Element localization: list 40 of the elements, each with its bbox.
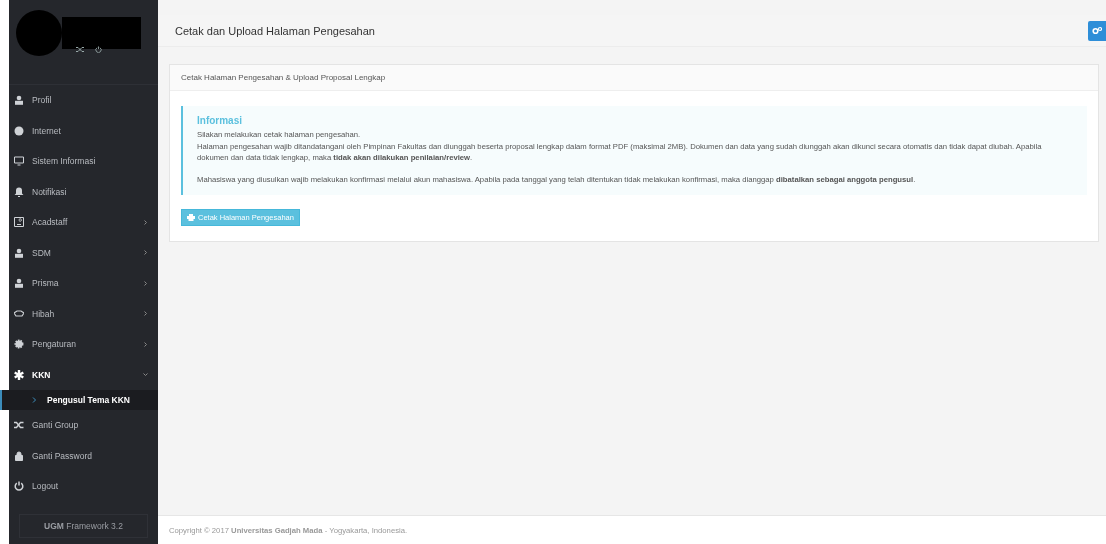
chevron-down-icon (143, 372, 148, 378)
chevron-right-icon (143, 280, 148, 286)
page-title: Cetak dan Upload Halaman Pengesahan (175, 24, 375, 37)
menu-item[interactable]: Acadstaff (9, 207, 158, 238)
bell-icon (14, 186, 24, 197)
user-icon (14, 247, 24, 258)
shuffle-icon[interactable] (76, 46, 85, 53)
gears-icon (1092, 25, 1102, 36)
user-icon (14, 278, 24, 289)
lock-icon (14, 450, 24, 461)
menu-item[interactable]: Sistem Informasi (9, 146, 158, 177)
chevron-right-icon (143, 341, 148, 347)
user-icon (14, 95, 24, 106)
asterisk-icon (14, 369, 24, 380)
menu-item[interactable]: Prisma (9, 268, 158, 299)
callout-title: Informasi (197, 115, 243, 126)
chevron-right-icon (143, 219, 148, 225)
power-icon[interactable] (95, 46, 102, 53)
menu-item[interactable]: Hibah (9, 298, 158, 329)
chevron-right-icon (143, 250, 148, 256)
menu-item[interactable]: Pengaturan (9, 329, 158, 360)
menu-item[interactable]: Notifikasi (9, 176, 158, 207)
power-icon (14, 481, 24, 492)
submenu-item[interactable]: Pengusul Tema KKN (0, 390, 158, 410)
id-card-icon (14, 217, 24, 228)
menu-item[interactable]: Ganti Group (9, 410, 158, 441)
settings-button[interactable] (1088, 20, 1106, 41)
avatar (16, 10, 62, 56)
menu-item[interactable]: Internet (9, 115, 158, 146)
monitor-icon (14, 156, 24, 167)
chevron-right-icon (32, 397, 37, 403)
menu-item[interactable]: Logout (9, 471, 158, 502)
menu-item[interactable]: KKN (9, 359, 158, 390)
menu-item[interactable]: Profil (9, 85, 158, 116)
panel-heading: Cetak Halaman Pengesahan & Upload Proposal Lengkap (170, 65, 1098, 91)
shuffle-icon (14, 420, 24, 431)
version-badge: UGM Framework 3.2 (19, 513, 148, 538)
chevron-right-icon (143, 311, 148, 317)
menu-item[interactable]: SDM (9, 237, 158, 268)
menu-item[interactable]: Ganti Password (9, 440, 158, 471)
